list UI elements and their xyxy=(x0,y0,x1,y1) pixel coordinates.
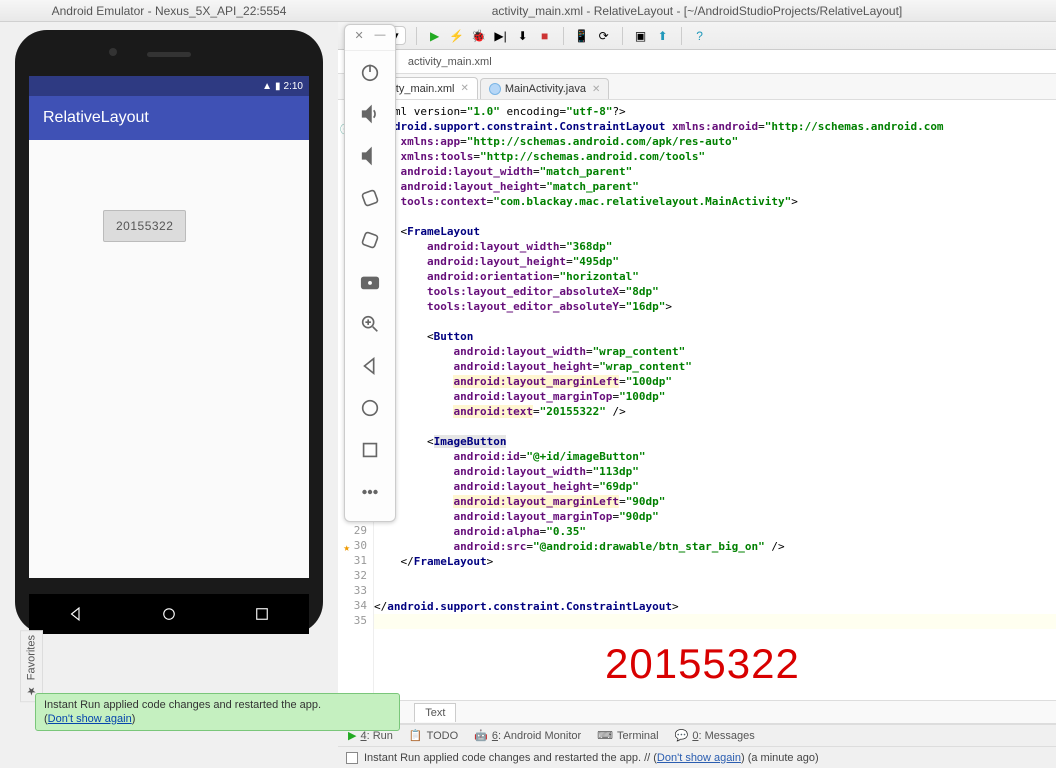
emulator-controls: ✕ — xyxy=(344,24,396,522)
bottom-tool-strip: ▶4: Run 📋TODO 🤖6: Android Monitor ⌨Termi… xyxy=(338,724,1056,746)
theme-editor-button[interactable]: ⬆ xyxy=(655,28,671,44)
overlay-number: 20155322 xyxy=(605,640,800,688)
battery-icon: ▮ xyxy=(275,81,281,92)
run-button[interactable]: ▶ xyxy=(427,28,443,44)
ide-title: activity_main.xml - RelativeLayout - [~/… xyxy=(492,4,903,18)
phone-camera xyxy=(109,48,117,56)
attach-debugger-button[interactable]: ⬇ xyxy=(515,28,531,44)
status-time: 2:10 xyxy=(284,81,303,92)
notification-text: Instant Run applied code changes and res… xyxy=(44,698,391,712)
todo-toolwindow-button[interactable]: 📋TODO xyxy=(409,729,458,742)
terminal-button[interactable]: ⌨Terminal xyxy=(597,729,658,742)
phone-statusbar: ▲ ▮ 2:10 xyxy=(29,76,309,96)
favorites-toolwindow-button[interactable]: ★ Favorites xyxy=(20,630,43,702)
status-link[interactable]: Don't show again xyxy=(657,752,741,764)
instant-run-notification: Instant Run applied code changes and res… xyxy=(35,693,400,731)
emu-volume-down-button[interactable] xyxy=(345,135,395,177)
emu-overview-button[interactable] xyxy=(345,429,395,471)
emu-rotate-right-button[interactable] xyxy=(345,219,395,261)
dont-show-again-link[interactable]: Don't show again xyxy=(48,713,132,725)
phone-frame: ▲ ▮ 2:10 RelativeLayout 20155322 xyxy=(15,30,323,634)
nav-back-icon[interactable] xyxy=(67,605,85,623)
breadcrumb: ut 〉 📄 activity_main.xml xyxy=(338,50,1056,74)
app-bar: RelativeLayout xyxy=(29,96,309,140)
emu-zoom-button[interactable] xyxy=(345,303,395,345)
close-icon[interactable]: ✕ xyxy=(460,83,468,94)
nav-home-icon[interactable] xyxy=(160,605,178,623)
android-monitor-button[interactable]: 🤖6: Android Monitor xyxy=(474,729,581,742)
phone-navbar xyxy=(29,594,309,634)
app-body: 20155322 xyxy=(29,140,309,578)
java-file-icon xyxy=(489,83,501,95)
emu-rotate-left-button[interactable] xyxy=(345,177,395,219)
emu-back-button[interactable] xyxy=(345,345,395,387)
stop-button[interactable]: ■ xyxy=(537,28,553,44)
status-checkbox[interactable] xyxy=(346,752,358,764)
design-text-tabs: Design Text xyxy=(338,700,1056,724)
phone-speaker xyxy=(147,52,191,57)
emu-volume-up-button[interactable] xyxy=(345,93,395,135)
signal-icon: ▲ xyxy=(262,81,272,92)
layout-inspector-button[interactable]: ▣ xyxy=(633,28,649,44)
profile-button[interactable]: ▶| xyxy=(493,28,509,44)
avd-manager-button[interactable]: 📱 xyxy=(574,28,590,44)
nav-recent-icon[interactable] xyxy=(253,605,271,623)
help-button[interactable]: ? xyxy=(692,28,708,44)
emulator-close-icon[interactable]: ✕ xyxy=(354,29,363,42)
app-button[interactable]: 20155322 xyxy=(103,210,186,242)
emu-power-button[interactable] xyxy=(345,51,395,93)
sdk-manager-button[interactable]: ⟳ xyxy=(596,28,612,44)
breadcrumb-file[interactable]: activity_main.xml xyxy=(402,54,498,70)
emulator-minimize-icon[interactable]: — xyxy=(375,29,386,42)
code-editor[interactable]: <?xml version="1.0" encoding="utf-8"?><a… xyxy=(374,100,1056,700)
emu-home-button[interactable] xyxy=(345,387,395,429)
app-title: RelativeLayout xyxy=(43,109,149,127)
editor-area: 12ⓒ3456789101112131415161718192021222324… xyxy=(338,100,1056,700)
ide-toolbar: 📱 app ▾ ▶ ⚡ 🐞 ▶| ⬇ ■ 📱 ⟳ ▣ ⬆ ? xyxy=(338,22,1056,50)
emu-more-button[interactable] xyxy=(345,471,395,513)
debug-button[interactable]: 🐞 xyxy=(471,28,487,44)
apply-changes-button[interactable]: ⚡ xyxy=(449,28,465,44)
emu-screenshot-button[interactable] xyxy=(345,261,395,303)
emulator-window: Android Emulator - Nexus_5X_API_22:5554 … xyxy=(0,0,338,634)
tab-label: MainActivity.java xyxy=(505,83,586,95)
ide-titlebar: activity_main.xml - RelativeLayout - [~/… xyxy=(338,0,1056,22)
status-bar: Instant Run applied code changes and res… xyxy=(338,746,1056,768)
tab-mainactivity-java[interactable]: MainActivity.java ✕ xyxy=(480,78,610,99)
phone-screen[interactable]: ▲ ▮ 2:10 RelativeLayout 20155322 xyxy=(29,76,309,578)
text-tab[interactable]: Text xyxy=(414,703,456,722)
messages-button[interactable]: 💬0: Messages xyxy=(675,729,755,742)
emulator-titlebar: Android Emulator - Nexus_5X_API_22:5554 xyxy=(0,0,338,22)
close-icon[interactable]: ✕ xyxy=(592,84,600,95)
status-message: Instant Run applied code changes and res… xyxy=(364,752,819,764)
emulator-title: Android Emulator - Nexus_5X_API_22:5554 xyxy=(52,4,287,18)
editor-tabs: 📄 activity_main.xml ✕ MainActivity.java … xyxy=(338,74,1056,100)
